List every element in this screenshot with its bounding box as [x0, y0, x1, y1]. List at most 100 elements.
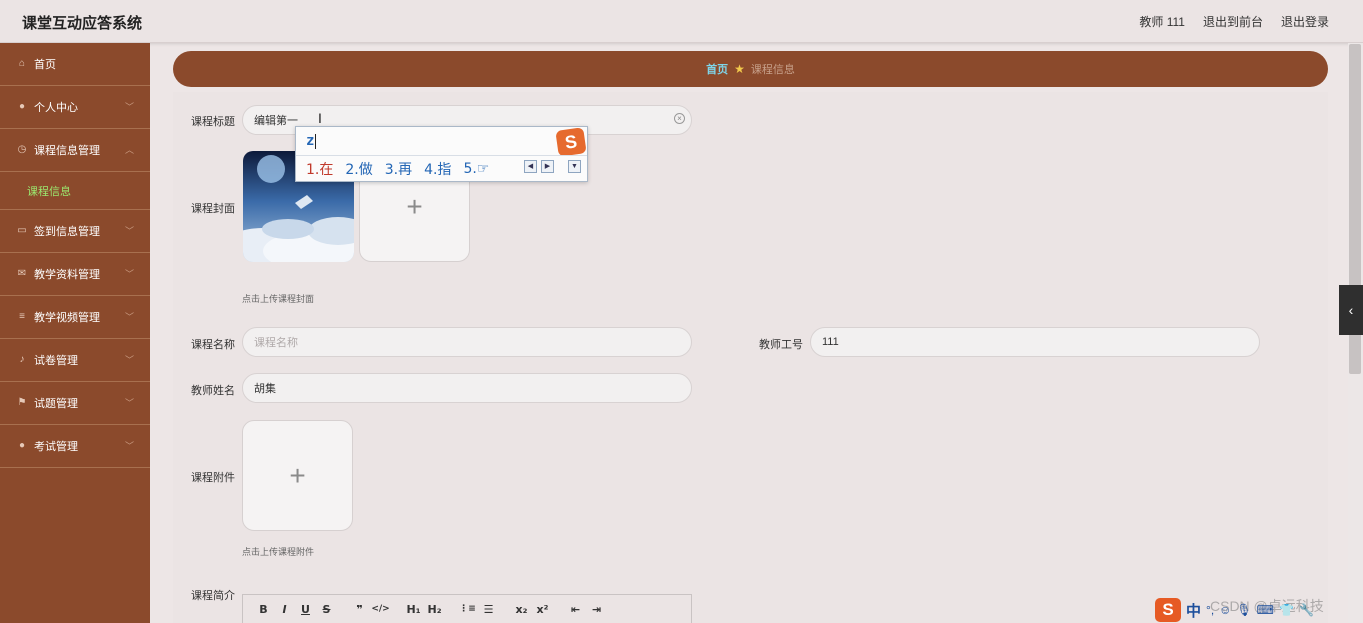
chevron-down-icon: ﹀ [124, 398, 134, 408]
flag-icon: ⚑ [17, 397, 27, 408]
ime-candidate[interactable]: 1.在 [306, 159, 333, 179]
voice-icon[interactable]: 🎙 [1236, 603, 1251, 617]
sidebar-item-home[interactable]: ⌂ 首页 [0, 43, 150, 86]
star-icon: ★ [734, 62, 745, 76]
course-title-label: 课程标题 [191, 116, 235, 128]
bold-button[interactable]: B [253, 603, 274, 616]
emoji-icon[interactable]: ☺ [1219, 603, 1231, 617]
ime-prev-icon[interactable]: ◀ [524, 160, 537, 173]
sidebar-item-exam-mgmt[interactable]: ● 考试管理 ﹀ [0, 425, 150, 468]
text-cursor-icon: I [318, 110, 322, 126]
h1-button[interactable]: H₁ [403, 603, 424, 616]
clock-icon: ◷ [17, 144, 27, 155]
sidebar-item-materials-mgmt[interactable]: ✉ 教学资料管理 ﹀ [0, 253, 150, 296]
chevron-left-icon: ‹ [1348, 302, 1354, 318]
user-icon: ● [18, 101, 26, 112]
intro-label: 课程简介 [191, 590, 235, 602]
sidebar-item-label: 考试管理 [34, 441, 78, 453]
skin-icon[interactable]: 👕 [1279, 603, 1294, 617]
chevron-down-icon: ﹀ [124, 269, 134, 279]
side-panel-toggle[interactable]: ‹ [1339, 285, 1363, 335]
rich-text-toolbar: B I U S ❞ </> H₁ H₂ ⋮≡ ☰ x₂ x² ⇤ ⇥ [242, 594, 692, 623]
teacher-id-input[interactable]: 111 [810, 327, 1260, 357]
h2-button[interactable]: H₂ [424, 603, 445, 616]
ime-candidate-window: z S 1.在 2.做 3.再 4.指 5.☞ ◀ ▶ ▼ [295, 126, 588, 182]
breadcrumb-current: 课程信息 [750, 64, 795, 76]
chevron-down-icon: ﹀ [124, 441, 134, 451]
sidebar-item-label: 教学视频管理 [34, 312, 100, 324]
superscript-button[interactable]: x² [532, 603, 553, 616]
sidebar-item-video-mgmt[interactable]: ≡ 教学视频管理 ﹀ [0, 296, 150, 339]
chevron-down-icon: ﹀ [124, 102, 134, 112]
sidebar-item-label: 试题管理 [34, 398, 78, 410]
bullet-list-button[interactable]: ☰ [478, 603, 499, 616]
ime-expand-icon[interactable]: ▼ [568, 160, 581, 173]
ordered-list-button[interactable]: ⋮≡ [457, 604, 478, 614]
sidebar-item-profile[interactable]: ● 个人中心 ﹀ [0, 86, 150, 129]
header-links: 教师 111 退出到前台 退出登录 [1139, 13, 1329, 30]
ime-tray: S 中 °, ☺ 🎙 ⌨ 👕 🔧 [1155, 597, 1363, 623]
punctuation-icon[interactable]: °, [1206, 603, 1214, 617]
course-name-label: 课程名称 [191, 339, 235, 351]
course-cover-label: 课程封面 [191, 203, 235, 215]
strike-button[interactable]: S [316, 603, 337, 616]
sidebar-item-label: 试卷管理 [34, 355, 78, 367]
breadcrumb-home[interactable]: 首页 [706, 61, 728, 77]
teacher-name-input[interactable]: 胡集 [242, 373, 692, 403]
logout-link[interactable]: 退出登录 [1281, 13, 1329, 30]
breadcrumb: 首页 ★ 课程信息 [173, 51, 1328, 87]
ime-candidate[interactable]: 4.指 [424, 159, 451, 179]
mic-icon: ♪ [19, 354, 25, 365]
italic-button[interactable]: I [274, 603, 295, 616]
outdent-button[interactable]: ⇤ [565, 603, 586, 616]
sidebar-item-label: 课程信息管理 [34, 145, 100, 157]
chevron-down-icon: ﹀ [124, 226, 134, 236]
ime-candidate[interactable]: 2.做 [345, 159, 372, 179]
tools-icon[interactable]: 🔧 [1299, 603, 1314, 617]
sidebar-item-paper-mgmt[interactable]: ♪ 试卷管理 ﹀ [0, 339, 150, 382]
code-button[interactable]: </> [370, 604, 391, 614]
ime-candidate[interactable]: 5.☞ [463, 161, 489, 177]
subscript-button[interactable]: x₂ [511, 603, 532, 616]
top-header: 课堂互动应答系统 教师 111 退出到前台 退出登录 [0, 0, 1363, 43]
app-title: 课堂互动应答系统 [22, 15, 143, 32]
keyboard-icon[interactable]: ⌨ [1257, 603, 1274, 617]
ime-language-toggle[interactable]: 中 [1186, 600, 1201, 621]
attachment-label: 课程附件 [191, 472, 235, 484]
location-icon: ● [18, 440, 26, 451]
cover-upload-hint: 点击上传课程封面 [242, 294, 315, 304]
sidebar-subitem-course-info[interactable]: 课程信息 [0, 172, 150, 210]
sidebar-item-label: 个人中心 [34, 102, 78, 114]
sogou-logo-icon: S [555, 127, 587, 157]
current-user[interactable]: 教师 111 [1139, 13, 1185, 30]
ime-candidate[interactable]: 3.再 [385, 159, 412, 179]
clear-icon[interactable]: × [674, 113, 685, 124]
chevron-up-icon: ︿ [124, 145, 134, 155]
sidebar-item-signin-mgmt[interactable]: ▭ 签到信息管理 ﹀ [0, 210, 150, 253]
home-icon: ⌂ [18, 58, 26, 69]
teacher-name-label: 教师姓名 [191, 385, 235, 397]
sogou-tray-icon[interactable]: S [1155, 598, 1181, 622]
course-title-value: 编辑第一 [254, 115, 298, 127]
sidebar-item-course-info-mgmt[interactable]: ◷ 课程信息管理 ︿ [0, 129, 150, 172]
back-to-front-link[interactable]: 退出到前台 [1203, 13, 1263, 30]
mail-icon: ✉ [17, 268, 27, 279]
blockquote-button[interactable]: ❞ [349, 603, 370, 616]
sidebar-item-label: 首页 [34, 59, 56, 71]
attachment-upload-hint: 点击上传课程附件 [242, 547, 315, 557]
course-name-input[interactable]: 课程名称 [242, 327, 692, 357]
ime-composition: z [306, 133, 317, 149]
underline-button[interactable]: U [295, 603, 316, 616]
sidebar-item-label: 签到信息管理 [34, 226, 100, 238]
sidebar-item-label: 教学资料管理 [34, 269, 100, 281]
sidebar-item-question-mgmt[interactable]: ⚑ 试题管理 ﹀ [0, 382, 150, 425]
upload-attachment-button[interactable]: + [242, 420, 353, 531]
chevron-down-icon: ﹀ [124, 312, 134, 322]
sidebar: ⌂ 首页 ● 个人中心 ﹀ ◷ 课程信息管理 ︿ 课程信息 ▭ 签到信息管理 ﹀… [0, 43, 150, 623]
chat-icon: ▭ [17, 225, 27, 236]
chevron-down-icon: ﹀ [124, 355, 134, 365]
list-icon: ≡ [19, 311, 25, 322]
ime-nav: ◀ ▶ ▼ [524, 160, 581, 173]
ime-next-icon[interactable]: ▶ [541, 160, 554, 173]
indent-button[interactable]: ⇥ [586, 603, 607, 616]
